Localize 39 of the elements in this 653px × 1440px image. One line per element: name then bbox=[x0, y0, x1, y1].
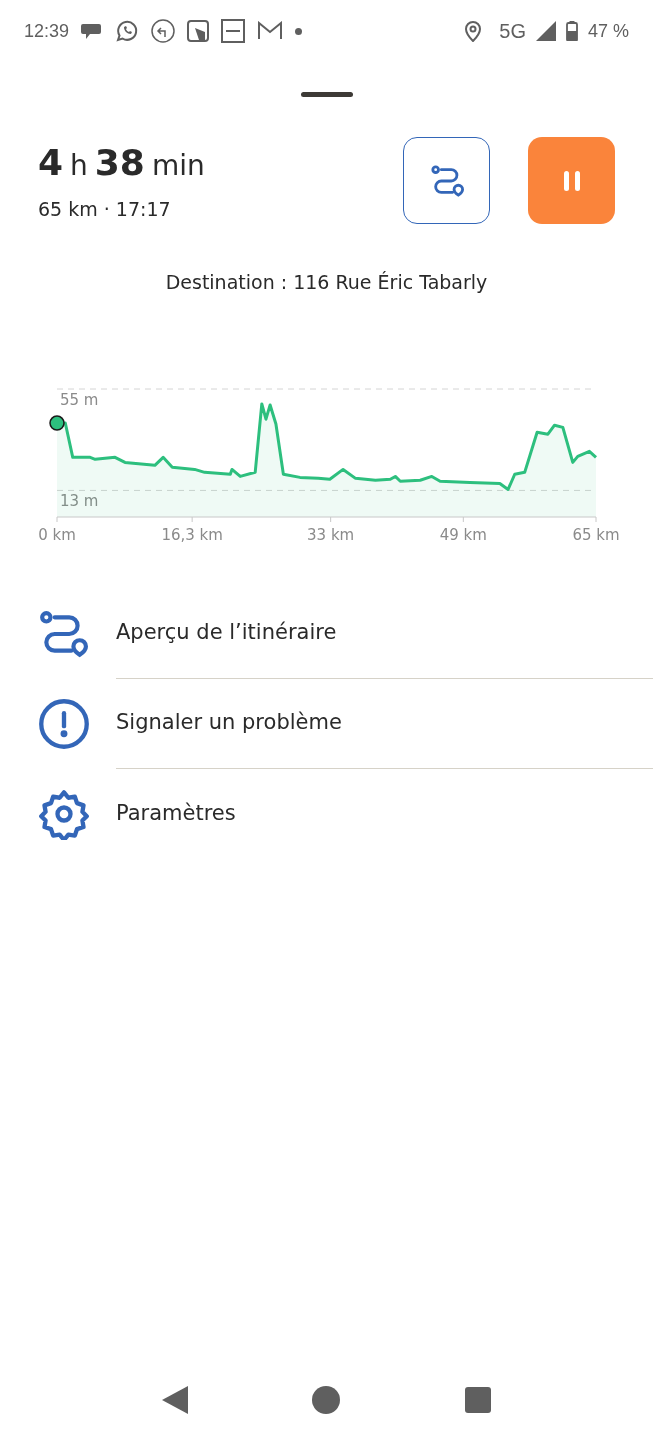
dot-icon bbox=[295, 27, 303, 35]
settings-icon bbox=[38, 787, 90, 840]
clock: 12:39 bbox=[24, 19, 70, 43]
tick-mark bbox=[330, 516, 332, 522]
y-tick-label: 55 m bbox=[60, 390, 99, 409]
exclamation-icon bbox=[38, 697, 90, 750]
tick-mark bbox=[462, 516, 464, 522]
location-icon bbox=[465, 20, 482, 42]
app-icon bbox=[187, 20, 210, 42]
home-icon[interactable] bbox=[312, 1386, 341, 1414]
pause-icon bbox=[563, 170, 580, 191]
menu-item[interactable]: Signaler un problème bbox=[116, 707, 342, 739]
trip-summary: 65 km · 17:17 bbox=[38, 197, 172, 222]
route-button[interactable] bbox=[403, 137, 490, 224]
back-icon[interactable] bbox=[162, 1386, 189, 1414]
chat-icon bbox=[81, 21, 104, 41]
x-tick-label: 0 km bbox=[38, 525, 76, 544]
x-tick-label: 65 km bbox=[572, 525, 620, 544]
drag-handle[interactable] bbox=[300, 92, 353, 97]
menu-item[interactable]: Aperçu de l’itinéraire bbox=[116, 617, 337, 649]
signal-icon bbox=[535, 21, 556, 41]
trip-duration: 4 h 38 min bbox=[38, 145, 205, 181]
x-tick-label: 49 km bbox=[439, 525, 487, 544]
battery-icon bbox=[565, 21, 578, 41]
battery-level: 47 % bbox=[587, 19, 629, 43]
x-tick-label: 16,3 km bbox=[161, 525, 223, 544]
menu-item[interactable]: Paramètres bbox=[116, 797, 236, 830]
position-marker bbox=[49, 414, 65, 431]
route-icon bbox=[38, 608, 88, 659]
destination-text: Destination : 116 Rue Éric Tabarly bbox=[165, 270, 488, 295]
mail-icon bbox=[257, 21, 284, 41]
route-icon bbox=[429, 163, 464, 198]
phone-bubble-icon bbox=[115, 19, 140, 43]
network-type: 5G bbox=[499, 19, 526, 44]
minus-box-icon bbox=[221, 19, 246, 43]
recents-icon[interactable] bbox=[464, 1387, 491, 1413]
tick-mark bbox=[191, 516, 193, 522]
y-tick-label: 13 m bbox=[60, 491, 99, 510]
x-tick-label: 33 km bbox=[307, 525, 355, 544]
